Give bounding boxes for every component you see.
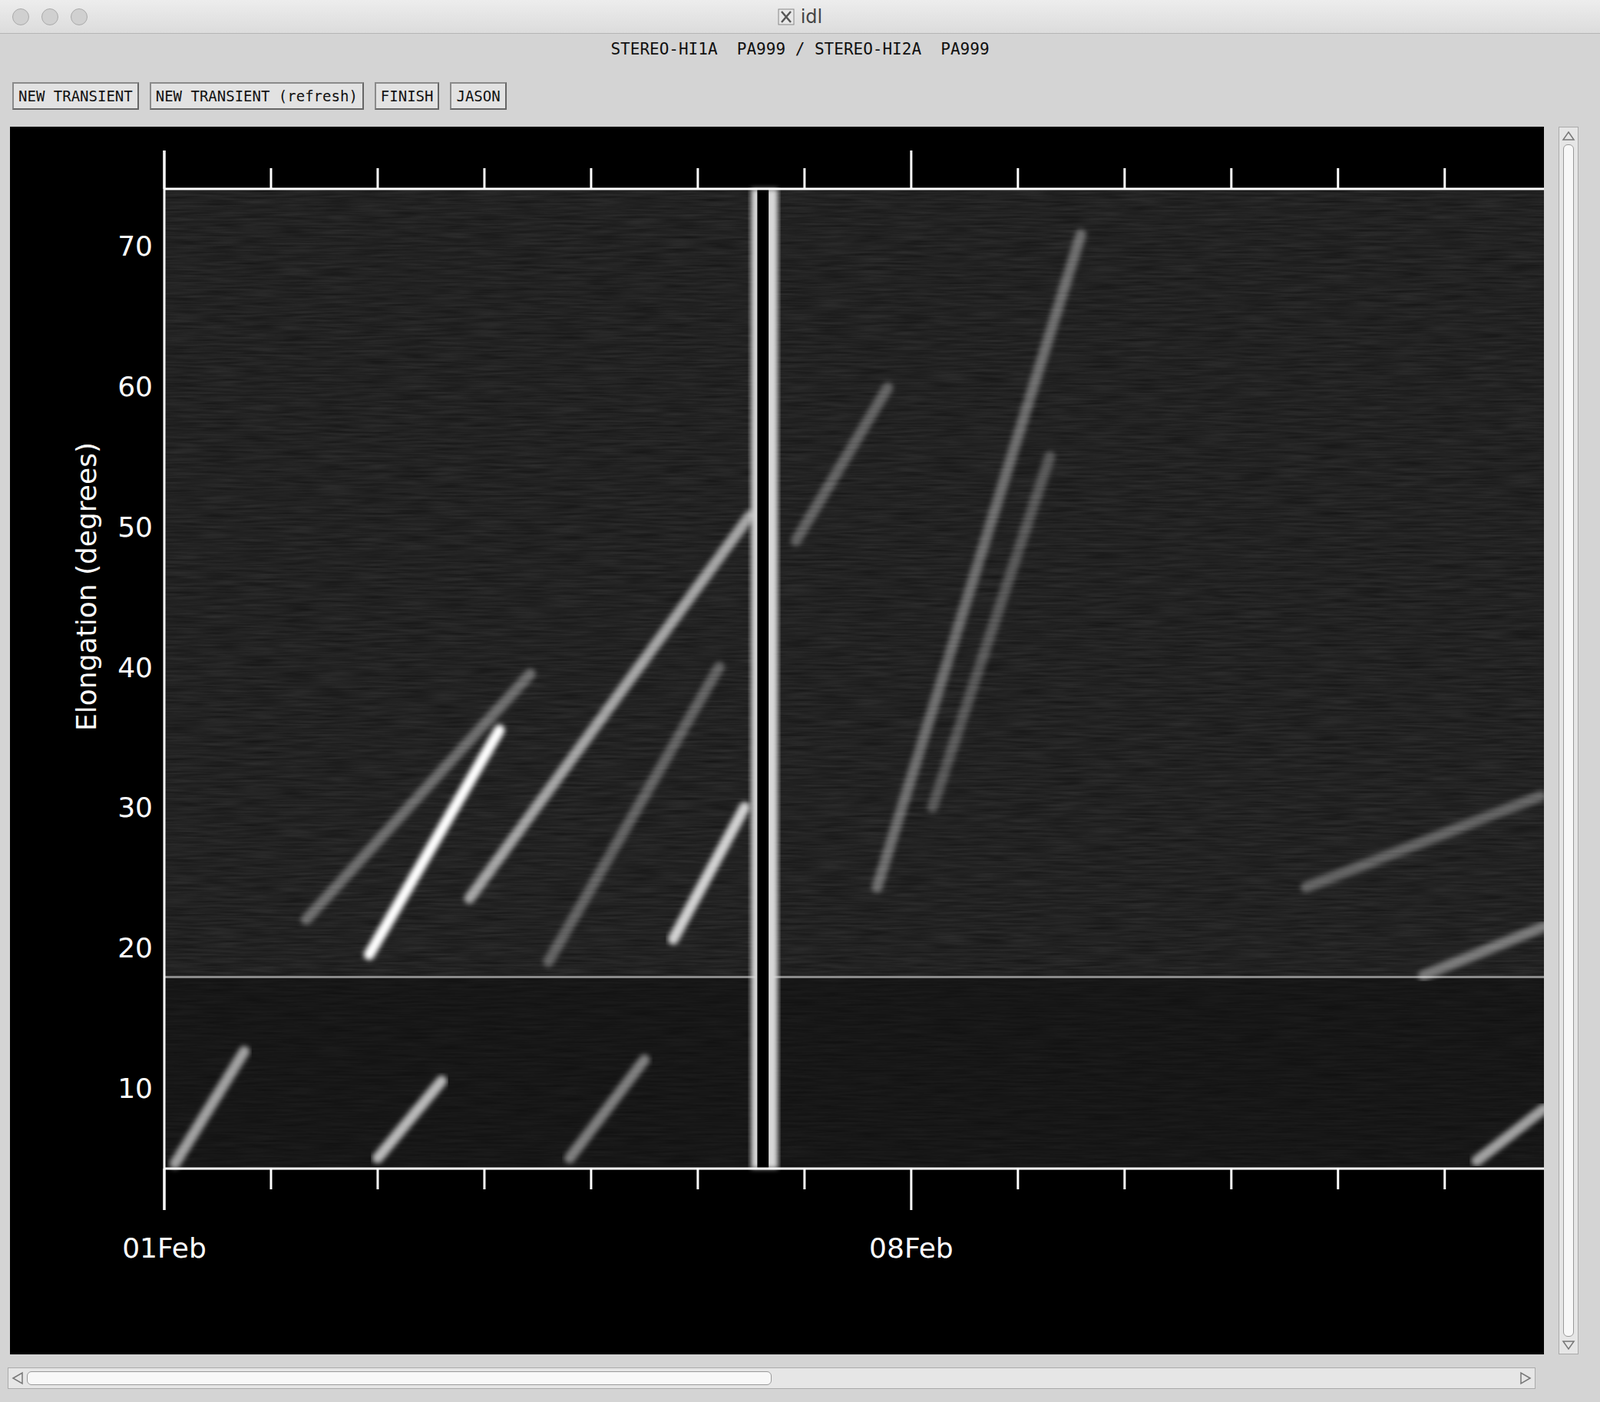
minimize-button[interactable]	[41, 8, 59, 26]
data-area	[164, 188, 1544, 1169]
up-arrow-icon[interactable]	[1561, 130, 1576, 142]
y-tick-label: 20	[117, 932, 153, 964]
x-tick	[269, 1168, 272, 1190]
x-tick	[803, 168, 806, 189]
x-tick	[163, 150, 166, 189]
x-tick	[1016, 168, 1019, 189]
plot-subtitle: STEREO-HI1A PA999 / STEREO-HI2A PA999	[0, 33, 1600, 65]
transient-track[interactable]	[1423, 926, 1544, 976]
x-tick-label: 08Feb	[869, 1232, 954, 1264]
data-gap	[750, 188, 778, 1169]
transient-track[interactable]	[548, 667, 719, 962]
left-axis	[163, 150, 166, 1210]
close-button[interactable]	[12, 8, 30, 26]
instrument-boundary	[164, 975, 1544, 979]
transient-track[interactable]	[673, 806, 745, 939]
x-tick	[1016, 1168, 1019, 1190]
horizontal-scroll-thumb[interactable]	[26, 1371, 772, 1386]
x-tick	[1123, 168, 1126, 189]
window-title: idl	[800, 6, 824, 28]
x-tick	[269, 168, 272, 189]
right-arrow-icon[interactable]	[1519, 1371, 1532, 1386]
transient-track[interactable]	[1305, 796, 1541, 888]
vertical-scrollbar[interactable]	[1558, 126, 1579, 1355]
x-tick	[803, 1168, 806, 1190]
vertical-scroll-thumb[interactable]	[1563, 144, 1574, 1337]
transient-track[interactable]	[306, 674, 531, 920]
x-tick	[1229, 168, 1233, 189]
x11-icon	[777, 8, 795, 26]
y-tick-label: 40	[117, 651, 153, 684]
y-tick-label: 60	[117, 370, 153, 403]
zoom-button[interactable]	[70, 8, 88, 26]
toolbar-button[interactable]: FINISH	[374, 82, 440, 110]
transient-track[interactable]	[175, 1051, 245, 1164]
x-tick	[589, 1168, 592, 1190]
button-row: NEW TRANSIENT NEW TRANSIENT (refresh) FINI…	[0, 64, 1600, 127]
x-tick	[482, 1168, 486, 1190]
horizontal-scrollbar[interactable]	[7, 1367, 1536, 1389]
x-tick	[1123, 1168, 1126, 1190]
x-tick	[1443, 1168, 1446, 1190]
hi1-region	[164, 977, 1544, 1169]
toolbar-button[interactable]: NEW TRANSIENT (refresh)	[149, 82, 364, 110]
transient-track[interactable]	[369, 730, 500, 955]
idl-window: idl STEREO-HI1A PA999 / STEREO-HI2A PA999…	[0, 0, 1600, 1402]
y-axis-title: Elongation (degrees)	[70, 442, 103, 731]
toolbar-button[interactable]: JASON	[449, 82, 506, 110]
title-bar: idl	[0, 0, 1600, 34]
x-tick	[589, 168, 592, 189]
y-tick-label: 10	[117, 1072, 153, 1105]
x-tick-label: 01Feb	[122, 1232, 207, 1264]
x-tick	[482, 168, 486, 189]
left-arrow-icon[interactable]	[11, 1371, 24, 1386]
transient-track[interactable]	[469, 515, 751, 899]
jmap-chart: 10 20 30 40 50 60 70 01Feb 08Feb Elongation (degr…	[9, 126, 1544, 1355]
toolbar-button[interactable]: NEW TRANSIENT	[12, 82, 139, 110]
y-tick-label: 50	[117, 511, 153, 543]
x-tick	[909, 150, 913, 189]
x-tick	[376, 1168, 379, 1190]
down-arrow-icon[interactable]	[1561, 1339, 1576, 1351]
transient-track[interactable]	[569, 1059, 645, 1158]
x-tick	[909, 1168, 913, 1210]
transient-track[interactable]	[377, 1080, 442, 1159]
plot-canvas[interactable]: 10 20 30 40 50 60 70 01Feb 08Feb Elongation (degr…	[9, 126, 1544, 1355]
transient-track[interactable]	[932, 456, 1051, 808]
x-tick	[696, 1168, 699, 1190]
y-tick-label: 30	[117, 791, 153, 824]
x-tick	[1443, 168, 1446, 189]
x-tick	[1336, 168, 1339, 189]
y-tick-label: 70	[117, 230, 153, 262]
transient-track[interactable]	[1476, 1108, 1544, 1161]
transient-track[interactable]	[796, 387, 889, 541]
x-tick	[376, 168, 379, 189]
x-tick	[1229, 1168, 1233, 1190]
x-tick	[696, 168, 699, 189]
x-tick	[1336, 1168, 1339, 1190]
x-tick	[163, 1168, 166, 1210]
transient-track[interactable]	[876, 234, 1081, 888]
